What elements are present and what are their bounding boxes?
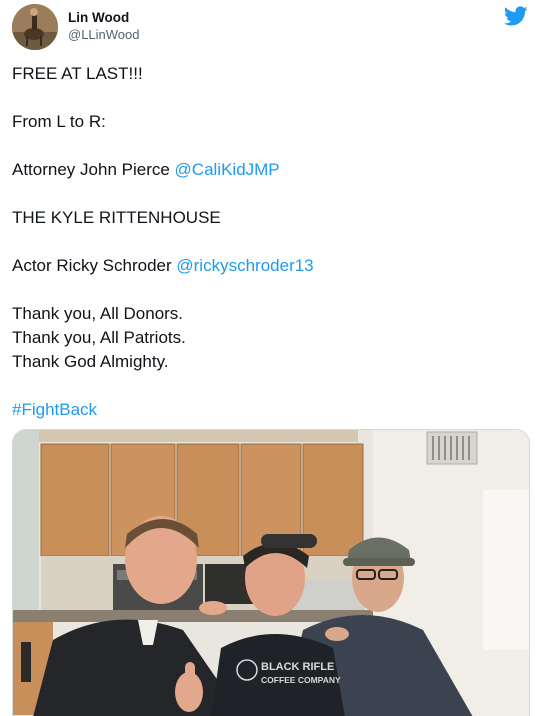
tweet-line: From L to R: [12,112,106,131]
tweet-line: Thank you, All Patriots. [12,328,186,347]
hashtag-link[interactable]: #FightBack [12,398,522,422]
mention-link[interactable]: @rickyschroder13 [176,256,313,275]
tweet-line: Thank God Almighty. [12,352,169,371]
tweet-photo[interactable]: BLACK RIFLE COFFEE COMPANY [12,429,530,716]
tweet-header: Lin Wood @LLinWood [12,4,530,50]
tweet-line: Attorney John Pierce @CaliKidJMP [12,158,522,182]
tweet-line-text: Attorney John Pierce [12,160,175,179]
tweet-line: THE KYLE RITTENHOUSE [12,208,221,227]
tweet-line-text: Actor Ricky Schroder [12,256,177,275]
tweet-line: FREE AT LAST!!! [12,64,143,83]
tweet-line: Thank you, All Donors. [12,304,184,323]
author-display-name[interactable]: Lin Wood [68,9,140,26]
shirt-logo-text-2: COFFEE COMPANY [261,675,341,685]
author-avatar[interactable] [12,4,58,50]
shirt-logo-text-1: BLACK RIFLE [261,661,334,673]
twitter-bird-icon[interactable] [503,4,528,28]
mention-link[interactable]: @CaliKidJMP [175,160,280,179]
tweet-text: FREE AT LAST!!! From L to R: Attorney Jo… [12,62,522,422]
tweet-line: Actor Ricky Schroder @rickyschroder13 [12,254,522,278]
author-handle[interactable]: @LLinWood [68,26,140,43]
